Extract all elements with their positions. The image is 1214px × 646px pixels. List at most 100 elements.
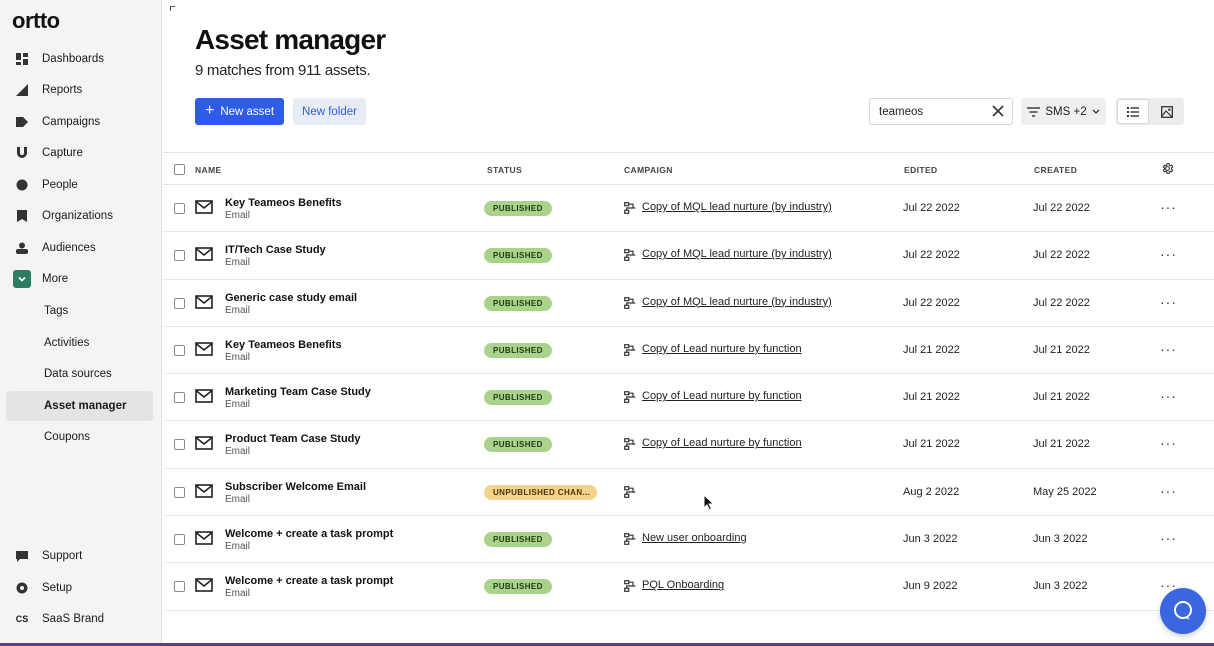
more-options-icon[interactable]: ··· bbox=[1160, 294, 1177, 310]
setup-icon bbox=[15, 581, 29, 595]
table-row[interactable]: IT/Tech Case Study Email PUBLISHED Copy … bbox=[163, 232, 1214, 280]
more-options-icon[interactable]: ··· bbox=[1160, 530, 1177, 546]
search-input[interactable]: teameos bbox=[869, 98, 1013, 125]
created-date: Jul 22 2022 bbox=[1033, 202, 1090, 214]
sidebar-item-support[interactable]: Support bbox=[6, 541, 153, 571]
audiences-icon bbox=[15, 241, 29, 255]
row-checkbox[interactable] bbox=[174, 250, 185, 262]
campaign-link[interactable]: Copy of MQL lead nurture (by industry) bbox=[642, 201, 832, 213]
more-options-icon[interactable]: ··· bbox=[1160, 246, 1177, 262]
table-row[interactable]: Welcome + create a task prompt Email PUB… bbox=[163, 563, 1214, 611]
sidebar-subitem-activities[interactable]: Activities bbox=[6, 328, 153, 358]
created-date: Jul 22 2022 bbox=[1033, 296, 1090, 309]
campaign-link[interactable]: New user onboarding bbox=[642, 532, 747, 544]
sidebar-subitem-data-sources[interactable]: Data sources bbox=[6, 359, 153, 389]
status-badge: UNPUBLISHED CHAN... bbox=[484, 484, 597, 500]
more-options-icon[interactable]: ··· bbox=[1160, 341, 1177, 357]
gear-icon[interactable] bbox=[1161, 162, 1174, 175]
sidebar-item-campaigns[interactable]: Campaigns bbox=[6, 107, 153, 137]
asset-type: Email bbox=[225, 351, 251, 363]
sidebar-item-brand[interactable]: CS SaaS Brand bbox=[6, 604, 153, 634]
table-row[interactable]: Welcome + create a task prompt Email PUB… bbox=[163, 516, 1214, 564]
asset-type: Email bbox=[225, 257, 251, 269]
table-row[interactable]: Subscriber Welcome Email Email UNPUBLISH… bbox=[163, 469, 1214, 517]
row-checkbox[interactable] bbox=[174, 581, 185, 593]
asset-name[interactable]: Key Teameos Benefits bbox=[225, 339, 342, 351]
row-checkbox[interactable] bbox=[174, 439, 185, 451]
asset-name[interactable]: Subscriber Welcome Email bbox=[225, 481, 366, 493]
asset-name[interactable]: Marketing Team Case Study bbox=[225, 386, 371, 398]
sidebar-subitem-label: Asset manager bbox=[44, 400, 127, 412]
asset-name[interactable]: Generic case study email bbox=[225, 292, 357, 304]
sidebar-item-setup[interactable]: Setup bbox=[6, 573, 153, 603]
column-header-name[interactable]: NAME bbox=[195, 165, 222, 175]
table-row[interactable]: Key Teameos Benefits Email PUBLISHED Cop… bbox=[163, 185, 1214, 233]
select-all-checkbox[interactable] bbox=[174, 164, 185, 175]
close-icon[interactable] bbox=[991, 104, 1005, 118]
ortto-logo[interactable]: ortto bbox=[12, 8, 60, 34]
edited-date: Jul 22 2022 bbox=[903, 249, 960, 262]
asset-name[interactable]: IT/Tech Case Study bbox=[225, 244, 326, 256]
sidebar-item-label: Setup bbox=[42, 582, 73, 594]
asset-name[interactable]: Welcome + create a task prompt bbox=[225, 575, 393, 587]
sidebar-item-organizations[interactable]: Organizations bbox=[6, 201, 153, 231]
search-value: teameos bbox=[879, 105, 924, 118]
more-options-icon[interactable]: ··· bbox=[1160, 388, 1177, 404]
mail-icon bbox=[195, 578, 213, 593]
campaign-link[interactable]: Copy of Lead nurture by function bbox=[642, 390, 802, 402]
table-row[interactable]: Key Teameos Benefits Email PUBLISHED Cop… bbox=[163, 327, 1214, 375]
asset-type: Email bbox=[225, 304, 251, 316]
sidebar-subitem-asset-manager[interactable]: Asset manager bbox=[6, 391, 153, 421]
mouse-cursor-icon bbox=[703, 494, 715, 511]
gallery-view-button[interactable] bbox=[1151, 99, 1183, 124]
sidebar-item-label: People bbox=[42, 179, 78, 191]
campaign-link[interactable]: PQL Onboarding bbox=[642, 579, 724, 591]
sidebar-subitem-tags[interactable]: Tags bbox=[6, 296, 153, 326]
list-icon bbox=[1127, 106, 1140, 117]
mail-icon bbox=[195, 389, 213, 403]
sidebar-item-capture[interactable]: Capture bbox=[6, 138, 153, 168]
sidebar-item-dashboards[interactable]: Dashboards bbox=[6, 44, 153, 74]
sidebar-item-audiences[interactable]: Audiences bbox=[6, 233, 153, 263]
mail-icon bbox=[195, 200, 213, 214]
row-checkbox[interactable] bbox=[174, 392, 185, 404]
row-checkbox[interactable] bbox=[174, 486, 185, 498]
table-row[interactable]: Product Team Case Study Email PUBLISHED … bbox=[163, 421, 1214, 469]
chevron-down-icon bbox=[1092, 109, 1100, 114]
campaign-link[interactable]: Copy of Lead nurture by function bbox=[642, 437, 802, 449]
column-header-created[interactable]: CREATED bbox=[1034, 165, 1077, 175]
more-options-icon[interactable]: ··· bbox=[1160, 199, 1177, 215]
help-chat-button[interactable] bbox=[1160, 588, 1206, 634]
column-header-status[interactable]: STATUS bbox=[487, 165, 522, 175]
filter-button[interactable]: SMS +2 bbox=[1021, 98, 1106, 125]
created-date: Jun 3 2022 bbox=[1033, 533, 1088, 546]
edited-date: Aug 2 2022 bbox=[903, 485, 960, 498]
row-checkbox[interactable] bbox=[174, 203, 185, 214]
row-checkbox[interactable] bbox=[174, 297, 185, 309]
list-view-button[interactable] bbox=[1117, 99, 1150, 124]
sidebar-item-more[interactable]: More bbox=[6, 264, 153, 294]
more-options-icon[interactable]: ··· bbox=[1160, 435, 1177, 451]
sidebar-item-reports[interactable]: Reports bbox=[6, 75, 153, 105]
new-folder-button[interactable]: New folder bbox=[293, 98, 366, 125]
column-header-campaign[interactable]: CAMPAIGN bbox=[624, 165, 673, 175]
row-checkbox[interactable] bbox=[174, 344, 185, 356]
campaign-link[interactable]: Copy of Lead nurture by function bbox=[642, 343, 802, 355]
asset-name[interactable]: Welcome + create a task prompt bbox=[225, 528, 393, 540]
sidebar-subitem-coupons[interactable]: Coupons bbox=[6, 422, 153, 452]
more-options-icon[interactable]: ··· bbox=[1160, 483, 1177, 499]
asset-name[interactable]: Key Teameos Benefits bbox=[225, 197, 342, 209]
new-asset-button[interactable]: + New asset bbox=[195, 98, 284, 125]
sidebar-item-people[interactable]: People bbox=[6, 170, 153, 200]
column-header-edited[interactable]: EDITED bbox=[904, 165, 938, 175]
table-row[interactable]: Marketing Team Case Study Email PUBLISHE… bbox=[163, 374, 1214, 422]
asset-name[interactable]: Product Team Case Study bbox=[225, 433, 361, 445]
row-checkbox[interactable] bbox=[174, 534, 185, 546]
campaign-link[interactable]: Copy of MQL lead nurture (by industry) bbox=[642, 296, 832, 308]
campaign-flow-icon bbox=[624, 391, 636, 404]
table-row[interactable]: Generic case study email Email PUBLISHED… bbox=[163, 280, 1214, 327]
campaign-link[interactable]: Copy of MQL lead nurture (by industry) bbox=[642, 248, 832, 260]
campaign-flow-icon bbox=[624, 343, 636, 356]
sidebar: ortto Dashboards Reports Campaigns Captu… bbox=[0, 0, 162, 646]
asset-type: Email bbox=[225, 541, 251, 553]
